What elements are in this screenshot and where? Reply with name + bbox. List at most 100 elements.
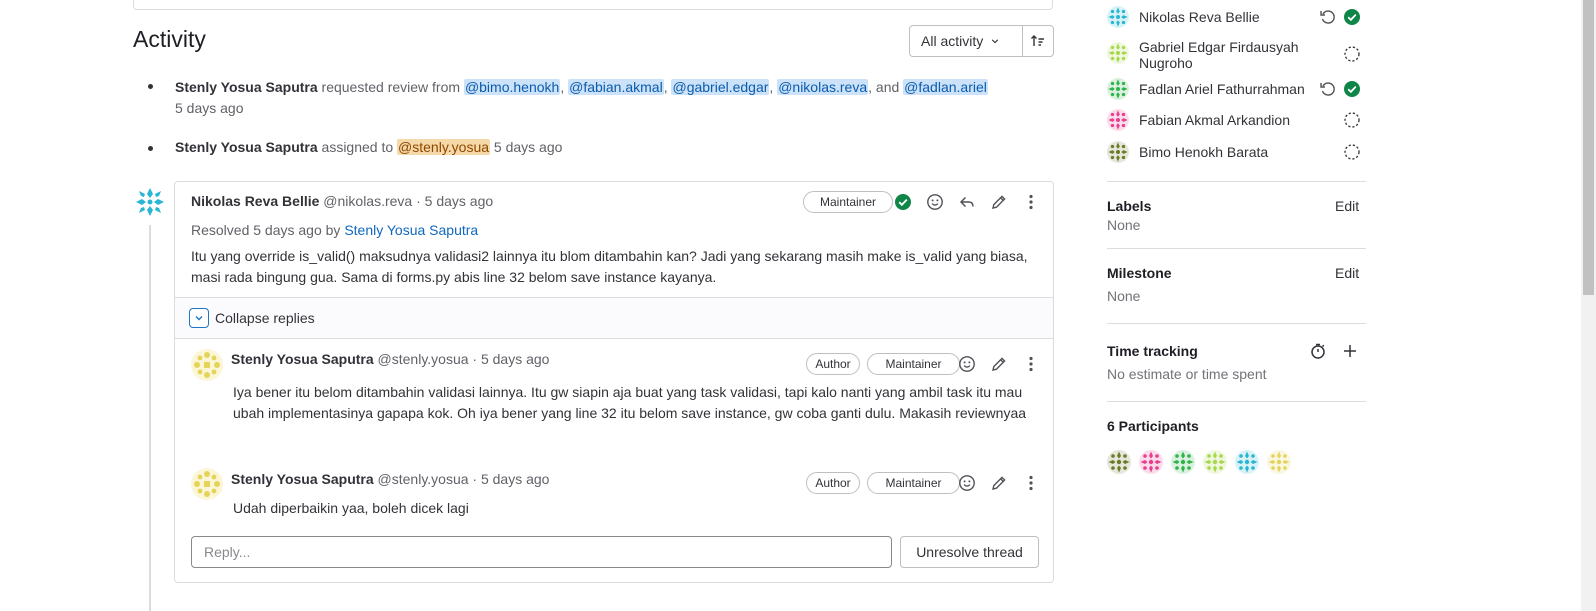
- mention-link[interactable]: @nikolas.reva: [777, 79, 869, 95]
- more-actions-icon[interactable]: [1021, 192, 1041, 212]
- note-author[interactable]: Stenly Yosua Saputra: [175, 79, 318, 95]
- comment-body: Udah diperbaikin yaa, boleh dicek lagi: [233, 500, 469, 516]
- sort-order-button[interactable]: [1022, 25, 1054, 57]
- avatar[interactable]: [1107, 109, 1129, 131]
- edit-pencil-icon[interactable]: [989, 473, 1009, 493]
- reviewer-name[interactable]: Nikolas Reva Bellie: [1139, 9, 1349, 25]
- note-time[interactable]: 5 days ago: [175, 100, 244, 116]
- review-pending-icon: [1344, 144, 1360, 160]
- comment-handle[interactable]: @stenly.yosua: [378, 351, 469, 367]
- comment-handle[interactable]: @nikolas.reva: [323, 193, 412, 209]
- edit-pencil-icon[interactable]: [989, 192, 1009, 212]
- milestone-heading: Milestone: [1107, 265, 1172, 281]
- more-actions-icon[interactable]: [1021, 354, 1041, 374]
- reviewer-row[interactable]: Fadlan Ariel Fathurrahman: [1107, 78, 1367, 106]
- milestone-edit-button[interactable]: Edit: [1335, 265, 1359, 281]
- participant-avatar[interactable]: [1107, 450, 1131, 474]
- participant-avatar[interactable]: [1171, 450, 1195, 474]
- mention-link[interactable]: @bimo.henokh: [463, 79, 561, 95]
- author-badge: Author: [806, 353, 860, 375]
- participants-heading: 6 Participants: [1107, 418, 1199, 434]
- labels-edit-button[interactable]: Edit: [1335, 198, 1359, 214]
- comment-handle[interactable]: @stenly.yosua: [378, 471, 469, 487]
- emoji-reaction-icon[interactable]: [925, 192, 945, 212]
- resolved-status: Resolved 5 days ago by Stenly Yosua Sapu…: [191, 222, 478, 238]
- comment-header: Nikolas Reva Bellie @nikolas.reva · 5 da…: [191, 193, 493, 209]
- comment-time[interactable]: · 5 days ago: [416, 193, 493, 209]
- timeline-line: [149, 225, 151, 611]
- note-time[interactable]: 5 days ago: [494, 139, 563, 155]
- mention-link[interactable]: @fabian.akmal: [568, 79, 664, 95]
- participant-avatar[interactable]: [1139, 450, 1163, 474]
- comment-author[interactable]: Stenly Yosua Saputra: [231, 471, 374, 487]
- labels-value: None: [1107, 217, 1141, 233]
- comment-time[interactable]: · 5 days ago: [472, 351, 549, 367]
- reviewer-name[interactable]: Bimo Henokh Barata: [1139, 144, 1349, 160]
- reviewer-name[interactable]: Fadlan Ariel Fathurrahman: [1139, 81, 1349, 97]
- rerequest-review-icon[interactable]: [1319, 80, 1337, 98]
- add-time-icon[interactable]: [1340, 341, 1360, 361]
- reviewer-name[interactable]: Fabian Akmal Arkandion: [1139, 112, 1349, 128]
- reviewer-row[interactable]: Fabian Akmal Arkandion: [1107, 109, 1367, 137]
- divider: [1107, 248, 1366, 249]
- approved-check-icon: [1344, 81, 1360, 97]
- sort-icon: [1031, 35, 1044, 46]
- edit-pencil-icon[interactable]: [989, 354, 1009, 374]
- activity-filter-dropdown[interactable]: All activity: [909, 25, 1023, 57]
- labels-heading: Labels: [1107, 198, 1152, 214]
- chevron-down-icon: [195, 316, 203, 321]
- avatar[interactable]: [1107, 141, 1129, 163]
- resolved-by-link[interactable]: Stenly Yosua Saputra: [344, 222, 478, 238]
- scrollbar-thumb[interactable]: [1583, 0, 1594, 295]
- system-note-review-request: Stenly Yosua Saputra requested review fr…: [175, 77, 1055, 119]
- participant-avatar[interactable]: [1203, 450, 1227, 474]
- note-text: requested review from: [321, 79, 461, 95]
- time-tracking-heading: Time tracking: [1107, 343, 1198, 359]
- reply-input[interactable]: Reply...: [191, 536, 892, 568]
- rerequest-review-icon[interactable]: [1319, 8, 1337, 26]
- milestone-value: None: [1107, 288, 1141, 304]
- comment-time[interactable]: · 5 days ago: [472, 471, 549, 487]
- avatar[interactable]: [1107, 78, 1129, 100]
- stopwatch-icon[interactable]: [1308, 341, 1328, 361]
- role-badge: Maintainer: [803, 191, 893, 213]
- author-badge: Author: [806, 472, 860, 494]
- avatar[interactable]: [191, 468, 223, 500]
- mention-link[interactable]: @gabriel.edgar: [671, 79, 770, 95]
- comment-header: Stenly Yosua Saputra @stenly.yosua · 5 d…: [231, 351, 549, 367]
- comment-author[interactable]: Nikolas Reva Bellie: [191, 193, 319, 209]
- emoji-reaction-icon[interactable]: [957, 354, 977, 374]
- reply-icon[interactable]: [957, 192, 977, 212]
- note-text: assigned to: [321, 139, 394, 155]
- participant-avatar[interactable]: [1267, 450, 1291, 474]
- collapse-replies-button[interactable]: [189, 308, 209, 328]
- avatar[interactable]: [1107, 6, 1129, 28]
- activity-heading: Activity: [133, 26, 206, 52]
- note-separator: ,: [663, 79, 668, 95]
- timeline-bullet: [148, 146, 153, 151]
- note-separator: ,: [560, 79, 565, 95]
- resolved-text: Resolved 5 days ago by: [191, 222, 341, 238]
- reviewer-row[interactable]: Bimo Henokh Barata: [1107, 141, 1367, 169]
- avatar[interactable]: [134, 186, 166, 218]
- collapse-replies-label[interactable]: Collapse replies: [215, 310, 315, 326]
- participant-avatar[interactable]: [1235, 450, 1259, 474]
- reviewer-name[interactable]: Gabriel Edgar Firdausyah Nugroho: [1139, 39, 1334, 71]
- timeline-bullet: [148, 84, 153, 89]
- mention-link[interactable]: @fadlan.ariel: [903, 79, 988, 95]
- reviewer-row[interactable]: Gabriel Edgar Firdausyah Nugroho: [1107, 39, 1367, 71]
- comment-author[interactable]: Stenly Yosua Saputra: [231, 351, 374, 367]
- avatar[interactable]: [191, 349, 223, 381]
- more-actions-icon[interactable]: [1021, 473, 1041, 493]
- activity-filter-label: All activity: [921, 33, 984, 49]
- time-tracking-value: No estimate or time spent: [1107, 366, 1267, 382]
- note-author[interactable]: Stenly Yosua Saputra: [175, 139, 318, 155]
- avatar[interactable]: [1107, 42, 1129, 64]
- emoji-reaction-icon[interactable]: [957, 473, 977, 493]
- mention-link[interactable]: @stenly.yosua: [397, 139, 491, 155]
- resolved-check-icon[interactable]: [893, 192, 913, 212]
- approved-check-icon: [1344, 9, 1360, 25]
- unresolve-thread-button[interactable]: Unresolve thread: [900, 536, 1039, 568]
- reviewer-row[interactable]: Nikolas Reva Bellie: [1107, 6, 1367, 34]
- divider: [1107, 323, 1366, 324]
